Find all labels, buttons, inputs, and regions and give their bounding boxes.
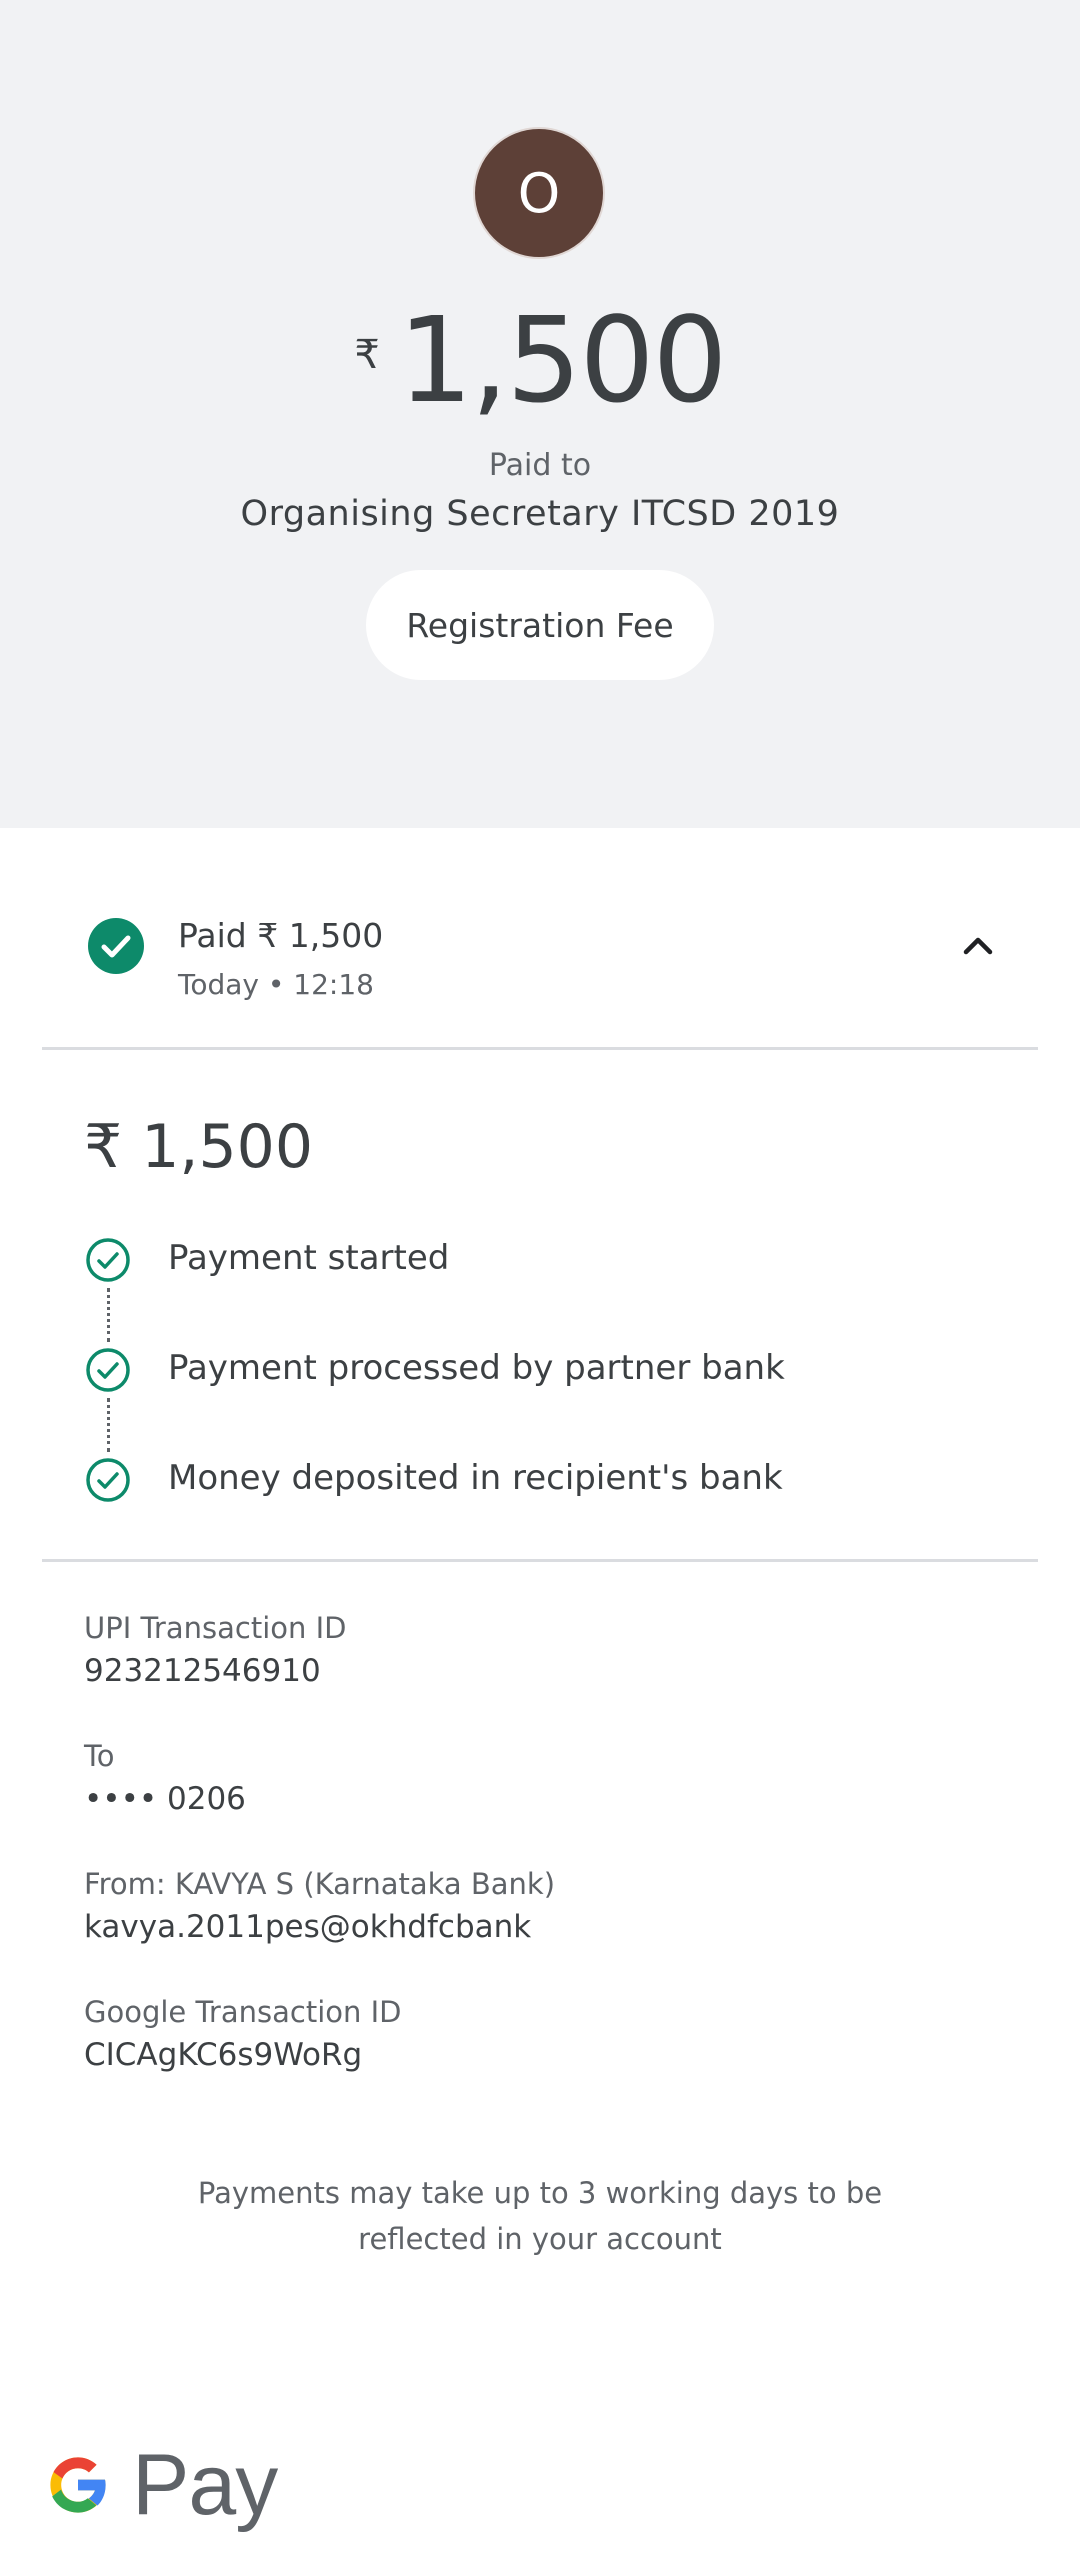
to-value: •••• 0206 xyxy=(84,1781,246,1817)
payment-summary-header: O ₹ 1,500 Paid to Organising Secretary I… xyxy=(0,0,1080,828)
recipient-avatar: O xyxy=(473,127,605,259)
divider xyxy=(42,1559,1038,1562)
google-pay-wordmark: Pay xyxy=(132,2436,278,2533)
check-circle-outline-icon xyxy=(86,1348,130,1392)
upi-transaction-id-label: UPI Transaction ID xyxy=(84,1611,347,1645)
upi-transaction-id[interactable]: UPI Transaction ID 923212546910 xyxy=(84,1608,347,1694)
payer-account: From: KAVYA S (Karnataka Bank) kavya.201… xyxy=(84,1864,555,1950)
payment-amount: 1,500 xyxy=(397,291,728,429)
timeline-step-label: Payment processed by partner bank xyxy=(168,1348,785,1388)
paid-to-label: Paid to xyxy=(488,448,592,483)
amount-display: ₹ 1,500 xyxy=(0,290,1080,430)
detail-amount: ₹ 1,500 xyxy=(84,1112,314,1182)
upi-transaction-id-value: 923212546910 xyxy=(84,1653,321,1689)
recipient-name: Organising Secretary ITCSD 2019 xyxy=(240,494,840,534)
check-circle-icon xyxy=(88,918,144,974)
processing-note: Payments may take up to 3 working days t… xyxy=(197,2176,883,2256)
timeline-step: Money deposited in recipient's bank xyxy=(84,1450,984,1510)
from-label: From: KAVYA S (Karnataka Bank) xyxy=(84,1867,556,1901)
timeline-connector xyxy=(107,1288,110,1342)
timeline-connector xyxy=(107,1398,110,1452)
check-circle-outline-icon xyxy=(86,1238,130,1282)
currency-symbol: ₹ xyxy=(354,332,380,378)
google-pay-logo: Pay xyxy=(42,2430,278,2540)
avatar-initial: O xyxy=(517,161,561,225)
status-time: Today • 12:18 xyxy=(178,968,374,1001)
google-transaction-id-value: CICAgKC6s9WoRg xyxy=(84,2037,363,2073)
check-circle-outline-icon xyxy=(86,1458,130,1502)
payment-note: Registration Fee xyxy=(406,605,674,645)
to-label: To xyxy=(84,1739,115,1773)
timeline-step: Payment started xyxy=(84,1230,984,1290)
timeline-step-label: Payment started xyxy=(168,1238,450,1278)
google-g-icon xyxy=(50,2457,108,2513)
payment-status-row[interactable]: Paid ₹ 1,500 Today • 12:18 xyxy=(42,880,1038,1020)
payee-account: To •••• 0206 xyxy=(84,1736,246,1822)
status-title: Paid ₹ 1,500 xyxy=(178,916,384,955)
divider xyxy=(42,1047,1038,1050)
payment-note-chip: Registration Fee xyxy=(366,570,714,680)
google-transaction-id[interactable]: Google Transaction ID CICAgKC6s9WoRg xyxy=(84,1992,402,2078)
google-transaction-id-label: Google Transaction ID xyxy=(84,1995,402,2029)
timeline-step-label: Money deposited in recipient's bank xyxy=(168,1458,783,1498)
chevron-up-icon[interactable] xyxy=(946,914,1010,978)
from-value: kavya.2011pes@okhdfcbank xyxy=(84,1909,532,1945)
timeline-step: Payment processed by partner bank xyxy=(84,1340,984,1400)
